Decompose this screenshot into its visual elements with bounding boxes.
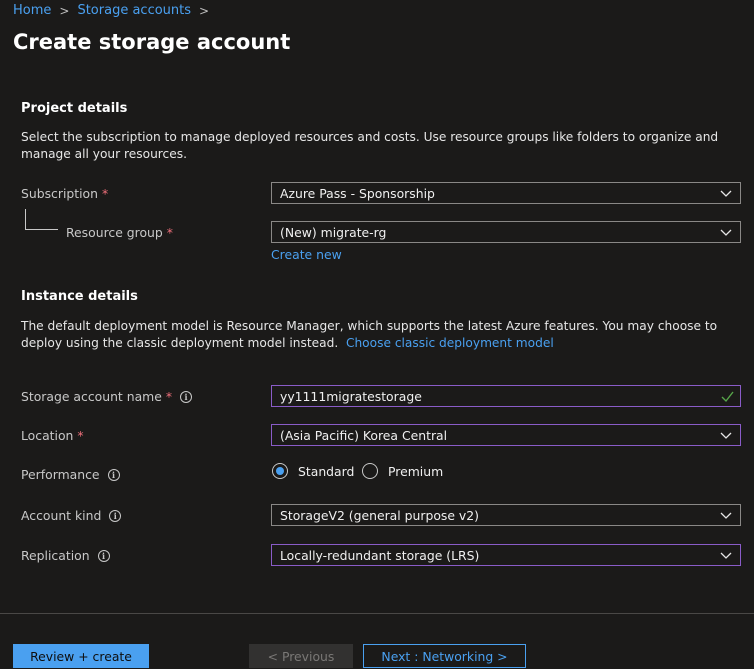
replication-value: Locally-redundant storage (LRS) — [280, 547, 480, 563]
location-dropdown[interactable]: (Asia Pacific) Korea Central — [271, 424, 741, 446]
storage-account-name-label: Storage account name * i — [21, 389, 193, 404]
required-marker: * — [165, 389, 173, 404]
required-marker: * — [102, 186, 109, 201]
chevron-down-icon — [720, 552, 732, 559]
replication-label: Replication i — [21, 548, 110, 563]
info-icon[interactable]: i — [109, 509, 122, 522]
account-kind-dropdown[interactable]: StorageV2 (general purpose v2) — [271, 504, 741, 526]
info-icon[interactable]: i — [180, 390, 193, 403]
storage-account-name-value: yy1111migratestorage — [280, 388, 422, 404]
chevron-down-icon — [720, 190, 732, 197]
project-details-heading: Project details — [21, 101, 128, 116]
subscription-dropdown[interactable]: Azure Pass - Sponsorship — [271, 182, 741, 204]
instance-details-heading: Instance details — [21, 289, 138, 304]
performance-label: Performance i — [21, 467, 120, 482]
required-marker: * — [77, 428, 84, 443]
page-title: Create storage account — [13, 30, 291, 54]
required-marker: * — [166, 225, 173, 240]
resource-group-value: (New) migrate-rg — [280, 224, 387, 240]
location-value: (Asia Pacific) Korea Central — [280, 427, 448, 443]
replication-dropdown[interactable]: Locally-redundant storage (LRS) — [271, 544, 741, 566]
radio-selected-icon — [272, 463, 288, 479]
chevron-right-icon: > — [59, 3, 70, 18]
chevron-down-icon — [720, 432, 732, 439]
performance-standard-radio[interactable]: Standard — [272, 463, 354, 479]
chevron-right-icon: > — [199, 3, 210, 18]
breadcrumb-storage-accounts[interactable]: Storage accounts — [77, 3, 191, 18]
chevron-down-icon — [720, 512, 732, 519]
resource-group-label: Resource group * — [66, 225, 173, 240]
checkmark-icon — [721, 391, 734, 402]
breadcrumb: Home > Storage accounts > — [13, 3, 217, 18]
breadcrumb-home[interactable]: Home — [13, 3, 51, 18]
subscription-label: Subscription * — [21, 186, 109, 201]
storage-account-name-input[interactable]: yy1111migratestorage — [271, 385, 741, 407]
create-new-resource-group-link[interactable]: Create new — [271, 247, 342, 262]
instance-details-description: The default deployment model is Resource… — [21, 319, 718, 350]
chevron-down-icon — [720, 229, 732, 236]
tree-connector — [25, 209, 58, 230]
performance-premium-radio[interactable]: Premium — [362, 463, 443, 479]
project-details-description: Select the subscription to manage deploy… — [21, 130, 719, 161]
info-icon[interactable]: i — [97, 549, 110, 562]
next-networking-button[interactable]: Next : Networking > — [363, 644, 526, 668]
review-create-button[interactable]: Review + create — [13, 644, 149, 668]
radio-unselected-icon — [362, 463, 378, 479]
info-icon[interactable]: i — [107, 468, 120, 481]
subscription-value: Azure Pass - Sponsorship — [280, 185, 435, 201]
location-label: Location * — [21, 428, 84, 443]
footer-divider — [0, 613, 754, 614]
resource-group-dropdown[interactable]: (New) migrate-rg — [271, 221, 741, 243]
previous-button[interactable]: < Previous — [249, 644, 353, 668]
account-kind-label: Account kind i — [21, 508, 122, 523]
classic-deployment-link[interactable]: Choose classic deployment model — [346, 336, 554, 350]
account-kind-value: StorageV2 (general purpose v2) — [280, 507, 479, 523]
